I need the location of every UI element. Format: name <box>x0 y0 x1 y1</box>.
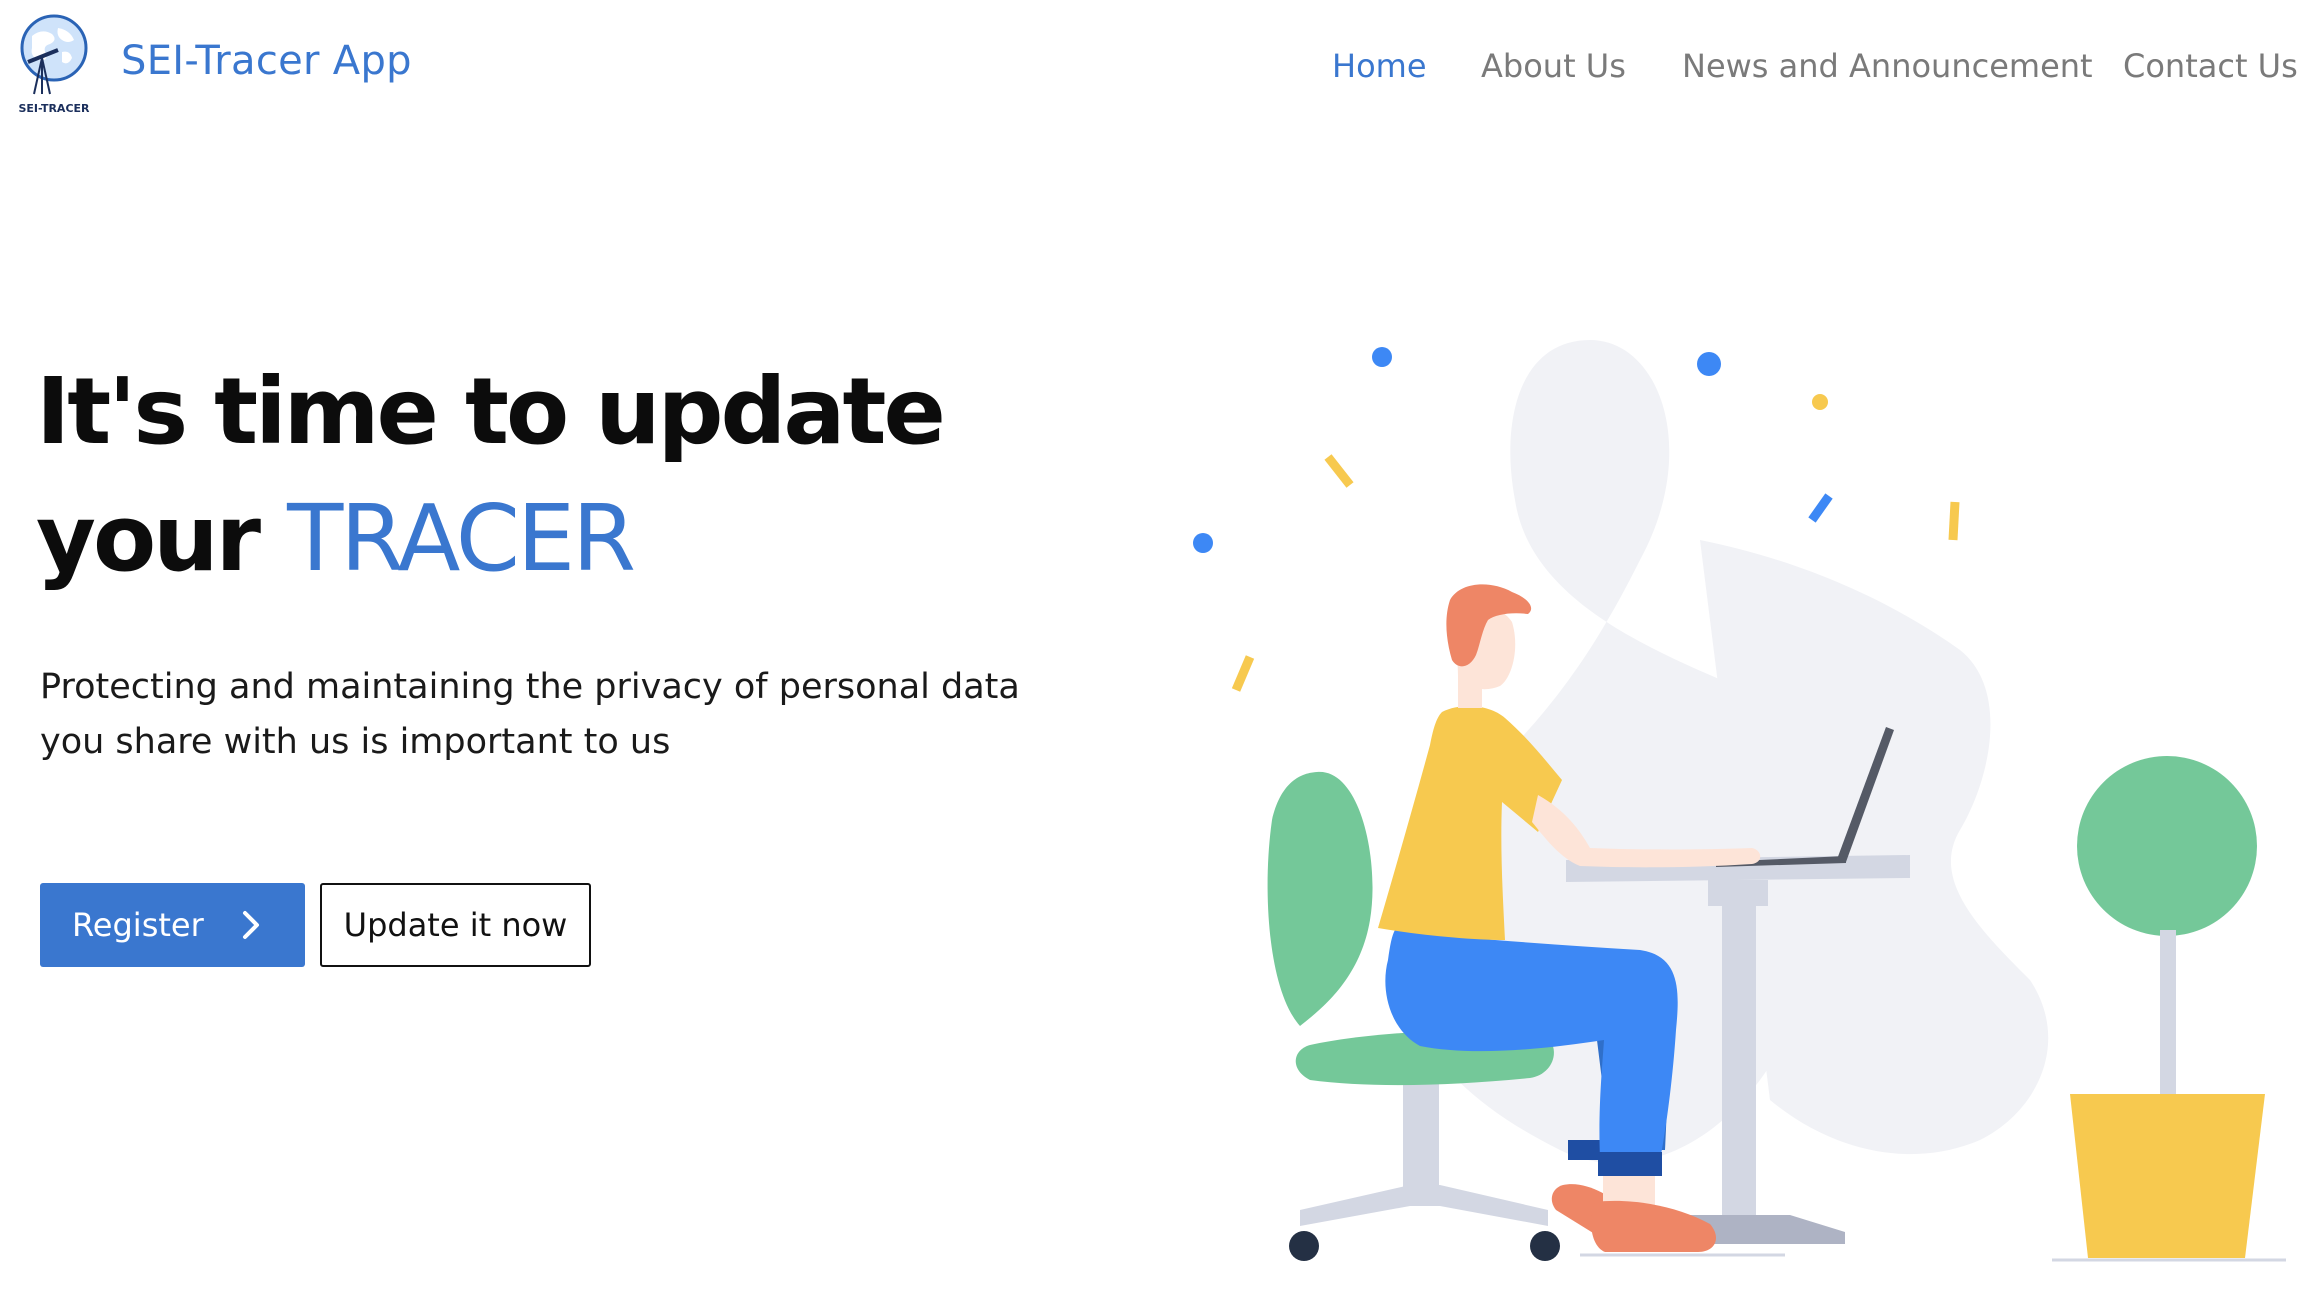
chair-post <box>1403 1070 1439 1200</box>
person-at-desk-illustration <box>1193 340 2286 1262</box>
hero-subtitle-line1: Protecting and maintaining the privacy o… <box>40 667 1020 707</box>
shoe-front <box>1591 1200 1717 1252</box>
confetti-stick <box>1808 493 1833 523</box>
confetti-dot <box>1372 347 1392 367</box>
hero-subtitle-line2: you share with us is important to us <box>40 722 671 762</box>
hero-title-accent: TRACER <box>287 485 636 592</box>
plant-stem <box>2160 930 2176 1095</box>
page: SEI-TRACER SEI-Tracer App Home About Us … <box>0 0 2306 1304</box>
confetti-dot <box>1193 533 1213 553</box>
plant-foliage <box>2077 756 2257 936</box>
desk-neck <box>1708 880 1768 906</box>
confetti-stick <box>1948 501 1960 541</box>
nav-about-us[interactable]: About Us <box>1481 47 1626 85</box>
hero-title: It's time to update your TRACER <box>36 348 946 602</box>
pants-cuff <box>1598 1152 1662 1176</box>
brand-logo[interactable]: SEI-TRACER <box>14 14 94 118</box>
brand-title[interactable]: SEI-Tracer App <box>121 38 412 84</box>
nav-home[interactable]: Home <box>1332 47 1427 85</box>
chair-back <box>1267 771 1373 1026</box>
update-button-label: Update it now <box>343 906 568 944</box>
nav-news-and-announcement[interactable]: News and Announcement <box>1682 47 2093 85</box>
hero-title-line2-prefix: your <box>36 485 288 592</box>
hero-subtitle: Protecting and maintaining the privacy o… <box>40 660 1020 770</box>
chair-wheel <box>1289 1231 1319 1261</box>
update-it-now-button[interactable]: Update it now <box>320 883 591 967</box>
confetti-stick <box>1231 655 1255 692</box>
globe-telescope-icon: SEI-TRACER <box>18 14 90 115</box>
nav-contact-us[interactable]: Contact Us <box>2123 47 2298 85</box>
confetti-dot <box>1697 352 1721 376</box>
register-button[interactable]: Register <box>40 883 305 967</box>
confetti-stick <box>1324 454 1354 488</box>
desk-leg <box>1722 905 1756 1215</box>
chair-wheel <box>1530 1231 1560 1261</box>
hero-title-line1: It's time to update <box>36 358 946 465</box>
confetti-dot <box>1812 394 1828 410</box>
register-button-label: Register <box>72 906 204 944</box>
chair-base <box>1300 1185 1548 1226</box>
chevron-right-icon <box>243 911 259 939</box>
logo-text: SEI-TRACER <box>18 102 90 115</box>
plant-pot <box>2070 1094 2265 1258</box>
